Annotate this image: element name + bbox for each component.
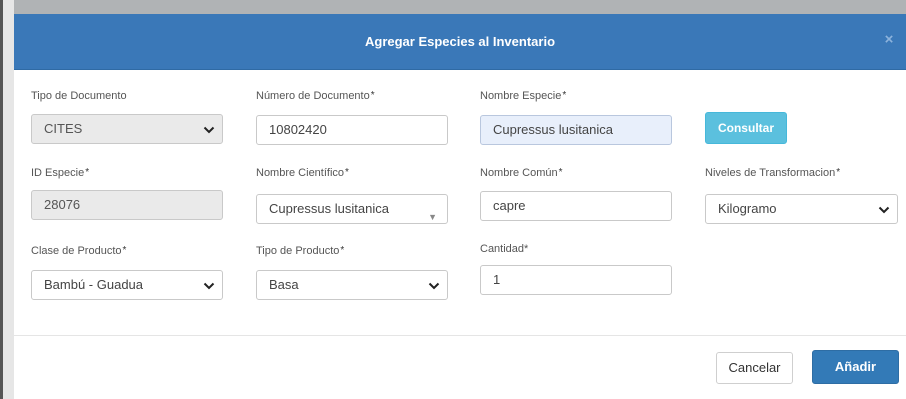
id-especie-label: ID Especie* (31, 167, 89, 179)
required-mark: * (340, 245, 345, 256)
nombre-comun-label: Nombre Común* (480, 167, 563, 179)
nombre-comun-input[interactable]: capre (480, 191, 672, 221)
nombre-cientifico-label-text: Nombre Científico (256, 167, 345, 179)
nombre-especie-label-text: Nombre Especie (480, 90, 562, 102)
required-mark: * (836, 167, 841, 178)
numero-documento-input[interactable]: 10802420 (256, 115, 448, 145)
numero-documento-label: Número de Documento* (256, 90, 375, 102)
tipo-documento-label: Tipo de Documento (31, 90, 127, 102)
tipo-documento-label-text: Tipo de Documento (31, 90, 127, 102)
nombre-cientifico-value: Cupressus lusitanica (269, 201, 389, 216)
clase-producto-label-text: Clase de Producto (31, 245, 122, 257)
cantidad-input[interactable]: 1 (480, 265, 672, 295)
modal-title: Agregar Especies al Inventario (364, 34, 556, 49)
tipo-documento-value: CITES (44, 121, 83, 136)
chevron-down-icon (203, 280, 215, 291)
nombre-especie-input[interactable]: Cupressus lusitanica (480, 115, 672, 145)
id-especie-value: 28076 (44, 197, 81, 212)
window-edge (0, 0, 3, 399)
required-mark: * (370, 90, 375, 101)
cantidad-label: Cantidad* (480, 243, 529, 255)
niveles-transformacion-value: Kilogramo (718, 201, 777, 216)
caret-down-icon: ▼ (428, 212, 437, 222)
required-mark: * (85, 167, 90, 178)
modal-header: Agregar Especies al Inventario × (14, 14, 906, 70)
chevron-down-icon (878, 204, 890, 215)
nombre-especie-value: Cupressus lusitanica (493, 122, 613, 137)
id-especie-label-text: ID Especie (31, 167, 85, 179)
nombre-comun-value: capre (493, 198, 526, 213)
niveles-transformacion-label: Niveles de Transformacion* (705, 167, 840, 179)
id-especie-input[interactable]: 28076 (31, 190, 223, 220)
numero-documento-value: 10802420 (269, 122, 327, 137)
clase-producto-select[interactable]: Bambú - Guadua (31, 270, 223, 300)
required-mark: * (562, 90, 567, 101)
required-mark: * (558, 167, 563, 178)
niveles-transformacion-select[interactable]: Kilogramo (705, 194, 898, 224)
chevron-down-icon (428, 280, 440, 291)
tipo-producto-label-text: Tipo de Producto (256, 245, 340, 257)
backdrop-top (0, 0, 906, 14)
cantidad-value: 1 (493, 272, 501, 287)
nombre-cientifico-select[interactable]: Cupressus lusitanica ▼ (256, 194, 448, 224)
clase-producto-value: Bambú - Guadua (44, 277, 144, 292)
required-mark: * (345, 167, 349, 178)
footer-divider (14, 335, 906, 336)
numero-documento-label-text: Número de Documento (256, 90, 370, 102)
close-icon[interactable]: × (882, 32, 896, 48)
page: Agregar Especies al Inventario × Tipo de… (0, 0, 906, 399)
tipo-producto-label: Tipo de Producto* (256, 245, 344, 257)
chevron-down-icon (203, 124, 215, 135)
clase-producto-label: Clase de Producto* (31, 245, 126, 257)
add-button[interactable]: Añadir (812, 350, 899, 384)
nombre-cientifico-label: Nombre Científico* (256, 167, 349, 179)
required-mark: * (122, 245, 127, 256)
tipo-producto-select[interactable]: Basa (256, 270, 448, 300)
backdrop-left (0, 0, 14, 399)
add-species-modal: Agregar Especies al Inventario × Tipo de… (14, 14, 906, 399)
nombre-especie-label: Nombre Especie* (480, 90, 566, 102)
cancel-button[interactable]: Cancelar (716, 352, 793, 384)
tipo-documento-select[interactable]: CITES (31, 114, 223, 144)
nombre-comun-label-text: Nombre Común (480, 167, 558, 179)
niveles-transformacion-label-text: Niveles de Transformacion (705, 167, 836, 179)
tipo-producto-value: Basa (269, 277, 299, 292)
consultar-button[interactable]: Consultar (705, 112, 787, 144)
